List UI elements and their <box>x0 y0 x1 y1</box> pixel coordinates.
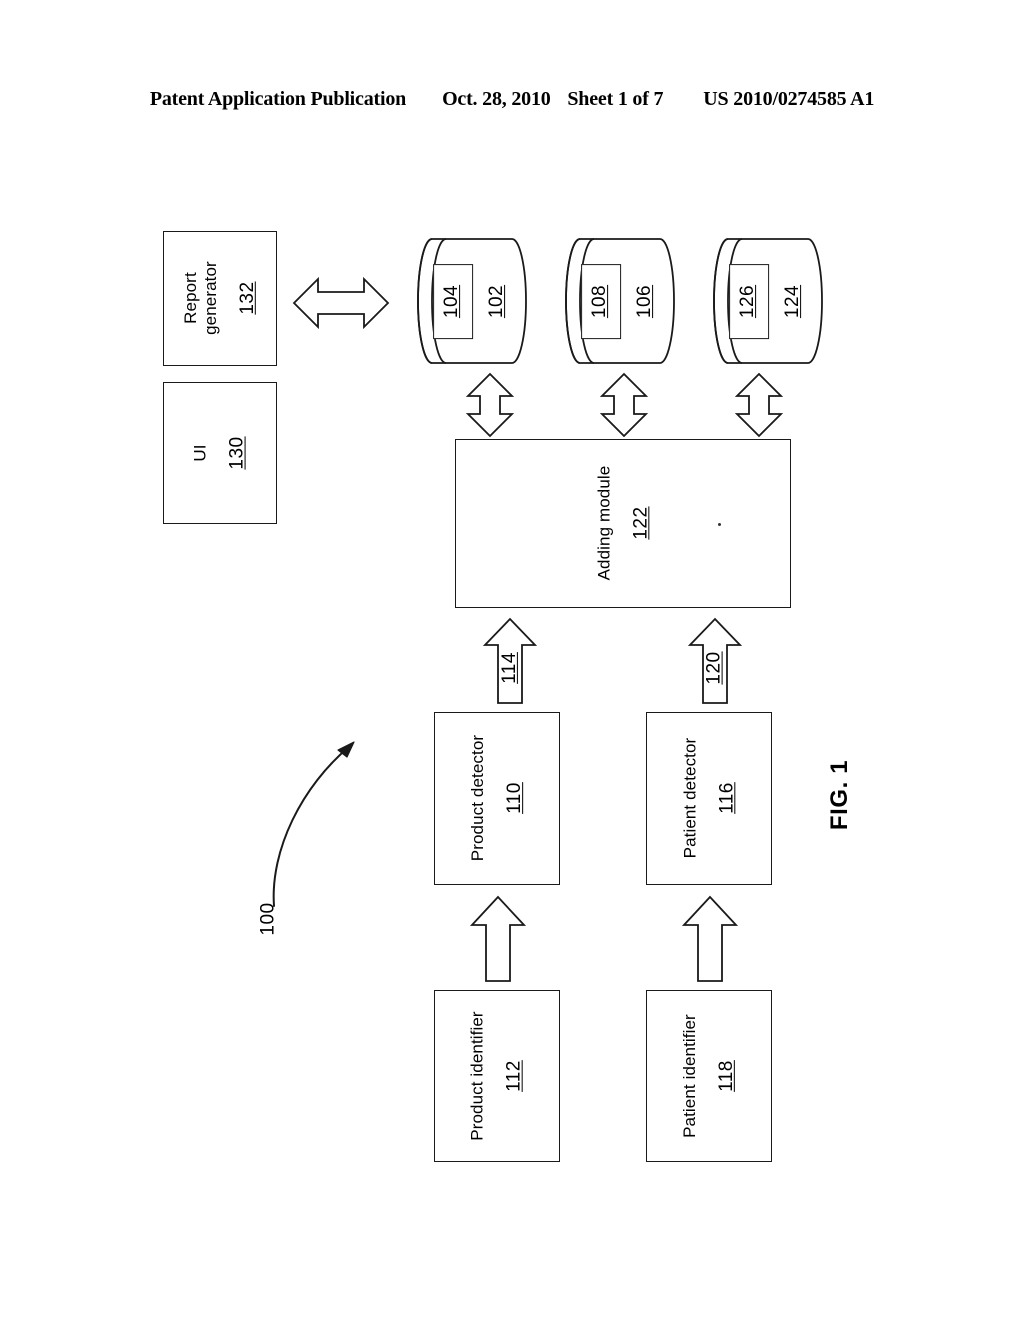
arrow-product-detector-to-adding-module: 114 <box>482 617 538 705</box>
arrow-database-124-to-adding-module <box>734 372 784 438</box>
block-patient-identifier-content: Patient identifier 118 <box>647 991 771 1161</box>
block-adding-module: Adding module 122 <box>455 439 791 608</box>
database-cylinder-124: 126 124 <box>708 237 826 365</box>
block-adding-module-ref: 122 <box>630 506 652 541</box>
header-date: Oct. 28, 2010 <box>442 88 551 110</box>
system-reference-leader-curve <box>250 730 370 910</box>
block-product-identifier-label: Product identifier <box>467 1011 487 1141</box>
header-patent-number: US 2010/0274585 A1 <box>703 88 875 110</box>
block-product-identifier-content: Product identifier 112 <box>435 991 559 1161</box>
block-ui-label: UI <box>190 444 210 462</box>
block-patient-detector-content: Patient detector 116 <box>647 713 771 884</box>
arrow-patient-identifier-to-patient-detector <box>681 895 739 983</box>
block-adding-module-label: Adding module <box>593 466 613 581</box>
block-product-detector: Product detector 110 <box>434 712 560 885</box>
block-adding-module-textstack: Adding module 122 <box>594 466 652 581</box>
system-reference-100-label: 100 <box>257 902 279 936</box>
block-product-identifier-ref: 112 <box>504 1060 526 1092</box>
block-report-generator-label-line2: generator <box>201 261 220 336</box>
block-report-generator-content: Report generator 132 <box>164 232 276 365</box>
block-ui-ref: 130 <box>227 436 249 470</box>
header-sheet: Sheet 1 of 7 <box>567 88 664 110</box>
block-report-generator: Report generator 132 <box>163 231 277 366</box>
figure-label-text: FIG. 1 <box>826 759 853 831</box>
arrow-database-106-to-adding-module <box>599 372 649 438</box>
block-patient-identifier-ref: 118 <box>716 1060 738 1092</box>
block-adding-module-content: Adding module 122 <box>456 440 790 607</box>
arrow-database-102-to-adding-module <box>465 372 515 438</box>
block-report-generator-label-line1: Report <box>180 272 200 325</box>
database-cylinder-106: 108 106 <box>560 237 678 365</box>
block-patient-detector-ref: 116 <box>716 782 738 815</box>
scan-artifact-speck <box>718 523 721 526</box>
block-ui-content: UI 130 <box>164 383 276 523</box>
arrow-report-generator-to-databases <box>292 272 390 334</box>
database-cylinder-102: 104 102 <box>412 237 530 365</box>
block-patient-identifier-label: Patient identifier <box>679 1014 699 1138</box>
block-patient-detector-textstack: Patient detector 116 <box>680 738 738 859</box>
block-patient-detector-label: Patient detector <box>679 738 699 859</box>
block-product-detector-ref: 110 <box>504 782 526 815</box>
block-product-detector-content: Product detector 110 <box>435 713 559 884</box>
header-publication-text: Patent Application Publication <box>149 88 407 110</box>
patent-figure-page: Patent Application Publication Oct. 28, … <box>0 0 1024 1320</box>
block-product-detector-label: Product detector <box>467 735 487 862</box>
block-ui-textstack: UI 130 <box>191 436 249 469</box>
block-product-identifier: Product identifier 112 <box>434 990 560 1162</box>
arrow-patient-detector-to-adding-module: 120 <box>687 617 743 705</box>
block-patient-identifier: Patient identifier 118 <box>646 990 772 1162</box>
system-reference-100: 100 <box>246 896 292 942</box>
header-date-sheet: Oct. 28, 2010 Sheet 1 of 7 <box>442 88 663 111</box>
block-report-generator-textstack: Report generator 132 <box>181 262 259 336</box>
figure-label: FIG. 1 <box>805 735 875 855</box>
block-patient-identifier-textstack: Patient identifier 118 <box>680 1014 738 1138</box>
block-product-detector-textstack: Product detector 110 <box>468 735 526 861</box>
block-ui: UI 130 <box>163 382 277 524</box>
block-patient-detector: Patient detector 116 <box>646 712 772 885</box>
publication-header: Patent Application Publication Oct. 28, … <box>0 88 1024 118</box>
arrow-product-identifier-to-product-detector <box>469 895 527 983</box>
block-report-generator-ref: 132 <box>237 281 259 316</box>
block-product-identifier-textstack: Product identifier 112 <box>468 1011 526 1140</box>
